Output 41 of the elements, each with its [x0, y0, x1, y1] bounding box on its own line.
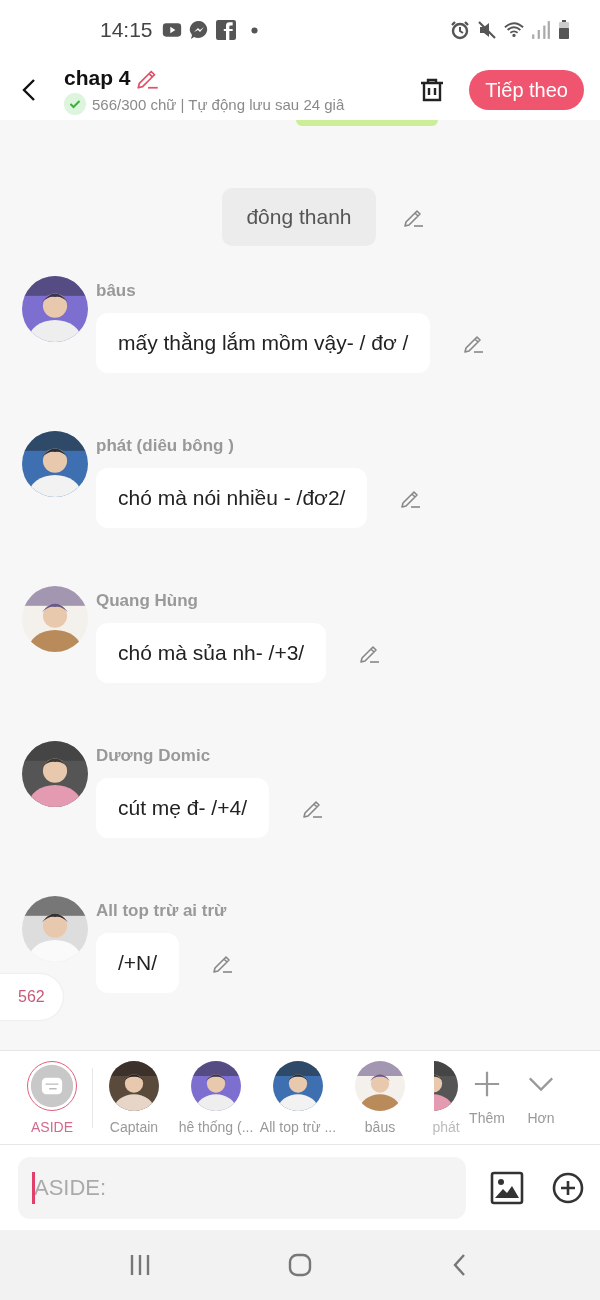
chapter-title: chap 4	[64, 66, 131, 90]
input-field[interactable]: ASIDE:	[18, 1156, 466, 1219]
character-name: All top trừ ai trừ	[96, 901, 228, 921]
trash-icon[interactable]	[419, 77, 446, 103]
character-name: Quang Hùng	[96, 591, 199, 611]
more-button[interactable]: Hơn	[514, 1069, 568, 1126]
speech-bubble-icon	[29, 1062, 75, 1109]
count-badge: 562	[0, 974, 63, 1020]
message-bubble: /+N/	[96, 933, 180, 993]
character-option[interactable]: hê thống (...	[175, 1060, 257, 1135]
word-count-text: 566/300 chữ | Tự động lưu sau 24 giâ	[92, 95, 345, 113]
message-bubble: cút mẹ đ- /+4/	[96, 778, 269, 838]
home-icon[interactable]	[288, 1253, 312, 1277]
character-name: Dương Domic	[96, 746, 212, 766]
play-icon	[161, 20, 182, 40]
square-logo-icon	[215, 20, 236, 40]
dot-icon	[250, 26, 258, 34]
character-option[interactable]: bâus	[339, 1060, 421, 1135]
recent-apps-icon[interactable]	[128, 1253, 152, 1277]
back-icon[interactable]	[22, 78, 36, 102]
message-bubble: mấy thằng lắm mồm vậy- / đơ /	[96, 313, 431, 373]
muted-speaker-icon	[477, 20, 497, 40]
aside-bubble: đông thanh	[222, 188, 376, 246]
battery-icon	[558, 20, 570, 40]
next-button[interactable]: Tiếp theo	[469, 70, 584, 110]
clock-time: 14:15	[100, 18, 153, 42]
add-circle-icon[interactable]	[552, 1171, 584, 1204]
character-name: phát (diêu bông )	[96, 436, 235, 456]
character-option[interactable]: ASIDE	[12, 1060, 92, 1135]
chat-bubble-icon	[188, 20, 209, 40]
signal-icon	[531, 20, 551, 40]
alarm-icon	[450, 20, 470, 40]
plus-icon	[473, 1069, 501, 1098]
image-icon[interactable]	[490, 1170, 524, 1205]
character-option[interactable]: Captain	[93, 1060, 175, 1135]
character-option[interactable]: All top trừ ...	[257, 1060, 339, 1135]
text-cursor	[32, 1171, 35, 1204]
message-bubble: chó mà nói nhiều - /đơ2/	[96, 468, 368, 528]
wifi-icon	[504, 20, 524, 40]
character-name: bâus	[96, 281, 137, 301]
message-bubble: chó mà sủa nh- /+3/	[96, 623, 327, 683]
